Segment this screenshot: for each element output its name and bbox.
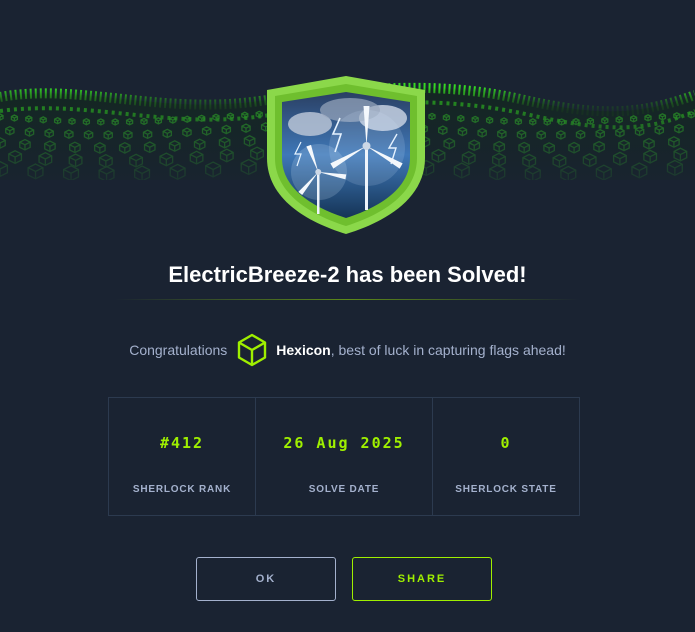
stat-value: #412 <box>159 434 205 452</box>
stat-label: SHERLOCK RANK <box>132 484 232 495</box>
title-divider <box>115 299 580 300</box>
congrats-prefix: Congratulations <box>129 342 228 358</box>
wind-turbine-shield-icon <box>267 76 425 234</box>
congrats-message: Congratulations Hexicon , best of luck i… <box>0 332 695 368</box>
stat-solve-date: 26 Aug 2025 SOLVE DATE <box>255 398 432 515</box>
username-link[interactable]: Hexicon <box>276 342 330 358</box>
stat-value: 0 <box>500 434 512 452</box>
stats-panel: #412 SHERLOCK RANK 26 Aug 2025 SOLVE DAT… <box>108 397 580 516</box>
congrats-suffix: , best of luck in capturing flags ahead! <box>330 342 566 358</box>
stat-label: SHERLOCK STATE <box>455 484 557 495</box>
green-cube-icon <box>238 333 267 367</box>
share-button[interactable]: SHARE <box>352 557 492 601</box>
stat-label: SOLVE DATE <box>308 484 380 495</box>
stat-sherlock-state: 0 SHERLOCK STATE <box>432 398 579 515</box>
solved-dialog: ElectricBreeze-2 has been Solved! Congra… <box>0 0 695 632</box>
ok-button[interactable]: OK <box>196 557 336 601</box>
stat-sherlock-rank: #412 SHERLOCK RANK <box>109 398 255 515</box>
page-title: ElectricBreeze-2 has been Solved! <box>168 262 527 287</box>
stat-value: 26 Aug 2025 <box>283 434 405 452</box>
